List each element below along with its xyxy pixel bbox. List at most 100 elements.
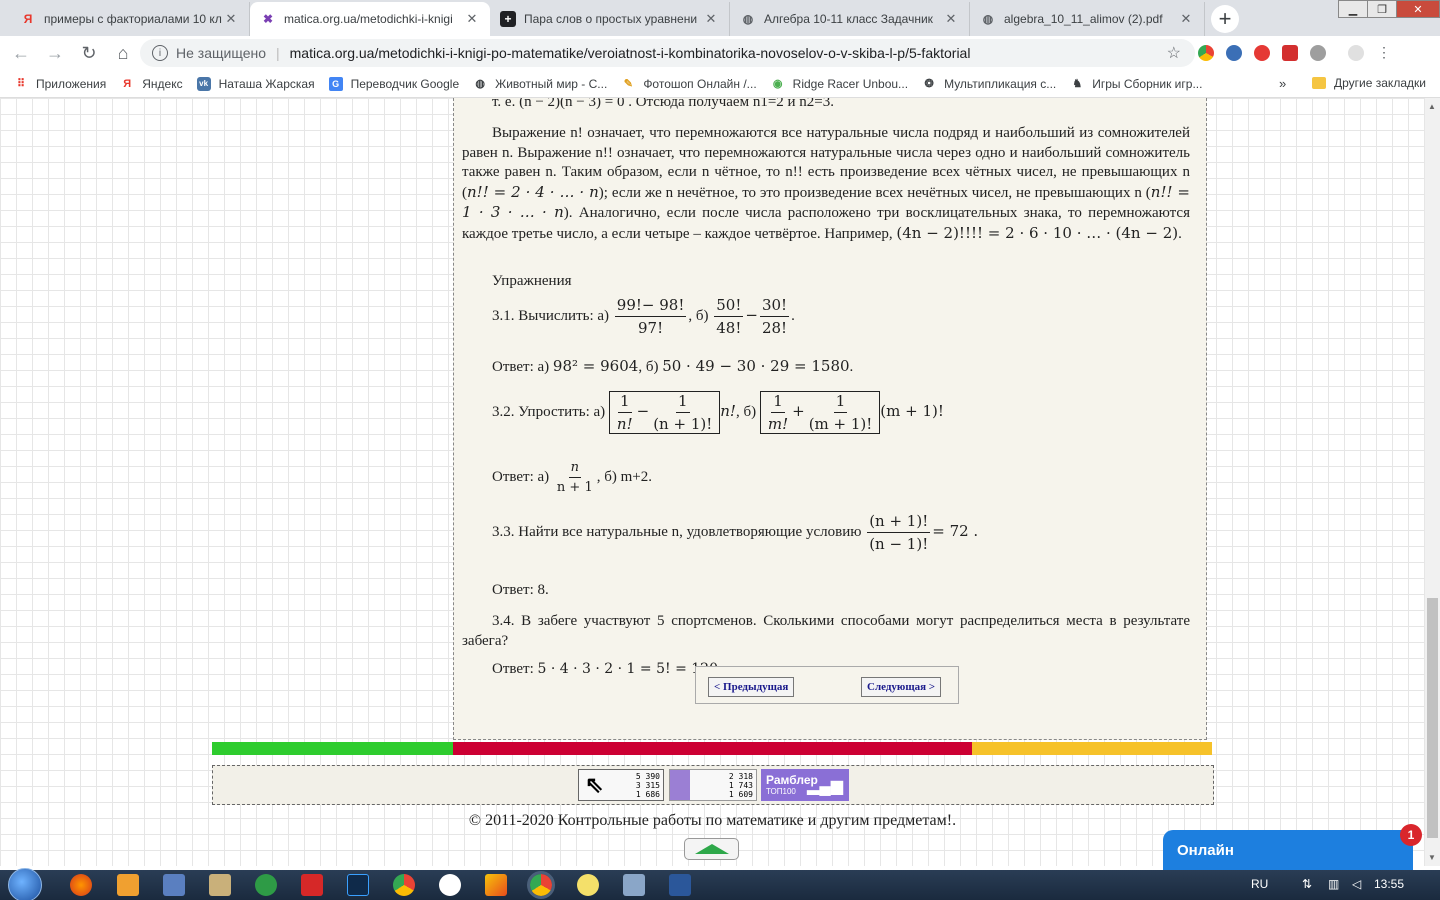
bookmark-vk[interactable]: vk Наташа Жарская [196, 76, 315, 91]
bookmark-ridge-racer[interactable]: ◉ Ridge Racer Unbou... [771, 77, 908, 91]
triangle-app-icon[interactable] [485, 874, 507, 896]
bookmark-translate[interactable]: G Переводчик Google [328, 76, 459, 91]
page-scrollbar[interactable]: ▲ ▼ [1425, 98, 1440, 866]
math-expression: n!! = 2 · 4 · … · n [467, 182, 599, 201]
tab-algebra-book[interactable]: ◍ Алгебра 10-11 класс Задачник ✕ [730, 2, 970, 36]
scrollbar-thumb[interactable] [1427, 598, 1438, 838]
network-icon[interactable]: ▥ [1328, 877, 1339, 891]
extension-icon[interactable] [1282, 45, 1298, 61]
online-chat-button[interactable]: Онлайн [1163, 830, 1413, 870]
exercise-label: 3.2. Упростить: а) [492, 403, 606, 420]
counters-bar: ⇖ 5 390 3 315 1 686 2 318 1 743 1 609 Ра… [212, 765, 1214, 805]
explorer-icon[interactable] [209, 874, 231, 896]
denominator: m! [767, 415, 789, 433]
close-tab-icon[interactable]: ✕ [464, 11, 480, 27]
bookmark-label: Наташа Жарская [218, 76, 315, 91]
scroll-up-icon[interactable]: ▲ [1428, 102, 1436, 111]
denominator: (n + 1)! [653, 415, 713, 433]
profile-avatar-icon[interactable] [1348, 45, 1364, 61]
hit-counter-2[interactable]: 2 318 1 743 1 609 [669, 769, 757, 801]
photoshop-taskbar-icon[interactable] [347, 874, 369, 896]
disk-icon[interactable] [163, 874, 185, 896]
prev-page-button[interactable]: < Предыдущая [708, 677, 795, 697]
chrome-icon[interactable] [393, 874, 415, 896]
extension-icon[interactable] [1254, 45, 1270, 61]
start-button-icon[interactable] [8, 868, 42, 900]
firefox-icon[interactable] [70, 874, 92, 896]
url-text[interactable]: matica.org.ua/metodichki-i-knigi-po-mate… [290, 45, 971, 61]
extension-icon[interactable] [1226, 45, 1242, 61]
network-app-icon[interactable] [623, 874, 645, 896]
close-tab-icon[interactable]: ✕ [703, 11, 719, 27]
translate-icon: G [328, 76, 343, 91]
close-tab-icon[interactable]: ✕ [223, 11, 239, 27]
language-indicator[interactable]: RU [1251, 877, 1268, 891]
extension-icon[interactable] [1310, 45, 1326, 61]
bookmarks-bar: ⠿ Приложения Я Яндекс vk Наташа Жарская G Пе… [0, 70, 1440, 98]
bookmark-label: Другие закладки [1334, 76, 1426, 90]
numerator: 1 [833, 392, 848, 413]
content-panel: т. е. (n − 2)(n − 3) = 0 . Отсюда получа… [453, 98, 1207, 740]
numerator: (n + 1)! [867, 512, 931, 533]
lightbulb-icon[interactable] [577, 874, 599, 896]
exercise-3-4: 3.4. В забеге участвуют 5 спортсменов. С… [462, 613, 1190, 649]
tray-icon[interactable]: ⇅ [1302, 877, 1312, 891]
bookmark-star-icon[interactable]: ☆ [1167, 43, 1181, 63]
restore-icon[interactable]: ❐ [1367, 0, 1397, 18]
bookmark-apps[interactable]: ⠿ Приложения [14, 77, 106, 91]
tab-matica[interactable]: ✖ matica.org.ua/metodichki-i-knigi ✕ [250, 2, 490, 36]
reload-icon[interactable]: ↻ [72, 43, 106, 64]
clock[interactable]: 13:55 [1374, 877, 1404, 891]
bookmark-cartoons[interactable]: ❂ Мультипликация с... [922, 77, 1056, 91]
volume-icon[interactable]: ◁ [1352, 877, 1361, 891]
bracket: 1 m! +1 (m + 1)! [759, 391, 881, 434]
forward-icon[interactable]: → [38, 43, 72, 64]
period: . [849, 359, 854, 375]
other-bookmarks[interactable]: Другие закладки [1312, 76, 1426, 90]
minimize-icon[interactable]: ▁ [1338, 0, 1368, 18]
answer-3-3: Ответ: 8. [492, 582, 549, 598]
scroll-down-icon[interactable]: ▼ [1428, 853, 1436, 862]
tab-simple-equations[interactable]: + Пара слов о простых уравнени ✕ [490, 2, 730, 36]
close-window-icon[interactable]: ✕ [1396, 0, 1440, 18]
info-icon[interactable]: i [152, 45, 168, 61]
media-player-icon[interactable] [117, 874, 139, 896]
denominator: 97! [638, 319, 664, 337]
tab-alimov-pdf[interactable]: ◍ algebra_10_11_alimov (2).pdf ✕ [970, 2, 1205, 36]
fraction: 1 (m + 1)! [807, 392, 875, 433]
extension-icon[interactable] [1198, 45, 1214, 61]
chrome-active-icon[interactable] [527, 871, 555, 899]
tab-title: Алгебра 10-11 класс Задачник [764, 12, 933, 26]
acrobat-icon[interactable] [301, 874, 323, 896]
hit-counter-1[interactable]: ⇖ 5 390 3 315 1 686 [578, 769, 664, 801]
period: . [791, 307, 795, 324]
back-icon[interactable]: ← [4, 43, 38, 64]
utorrent-icon[interactable] [255, 874, 277, 896]
exercise-3-2: 3.2. Упростить: а) 1 n! −1 (n + 1)! n!, б) 1… [492, 391, 944, 434]
bookmark-yandex[interactable]: Я Яндекс [120, 77, 182, 91]
counter-value: 2 318 [728, 771, 753, 781]
word-icon[interactable] [669, 874, 691, 896]
rambler-top100-badge[interactable]: Рамблер ТОП100 ▂▄▆ [761, 769, 849, 801]
fraction: 1 m! [766, 392, 790, 433]
bookmark-animals[interactable]: ◍ Животный мир - С... [473, 77, 607, 91]
close-tab-icon[interactable]: ✕ [1178, 11, 1194, 27]
tab-yandex-search[interactable]: Я примеры с факториалами 10 кл ✕ [10, 2, 250, 36]
menu-dots-icon[interactable]: ⋮ [1376, 45, 1392, 61]
bookmarks-more[interactable]: » [1279, 76, 1286, 91]
bookmark-photoshop[interactable]: ✎ Фотошоп Онлайн /... [621, 77, 757, 91]
close-tab-icon[interactable]: ✕ [943, 11, 959, 27]
next-page-button[interactable]: Следующая > [861, 677, 942, 697]
exercise-label: 3.3. Найти все натуральные n, удовлетвор… [492, 523, 862, 540]
stripe-red [453, 742, 972, 755]
bookmark-games[interactable]: ♞ Игры Сборник игр... [1070, 77, 1202, 91]
stripe-green [212, 742, 453, 755]
windows-taskbar: RU ⇅ ▥ ◁ 13:55 [0, 868, 1440, 900]
scroll-to-top-button[interactable] [684, 838, 739, 860]
denominator: (n − 1)! [869, 535, 929, 553]
home-icon[interactable]: ⌂ [106, 43, 140, 64]
new-tab-button[interactable]: + [1211, 5, 1239, 33]
yandex-browser-icon[interactable] [439, 874, 461, 896]
bookmark-label: Животный мир - С... [495, 76, 608, 91]
address-bar[interactable]: i Не защищено | matica.org.ua/metodichki… [140, 39, 1195, 67]
